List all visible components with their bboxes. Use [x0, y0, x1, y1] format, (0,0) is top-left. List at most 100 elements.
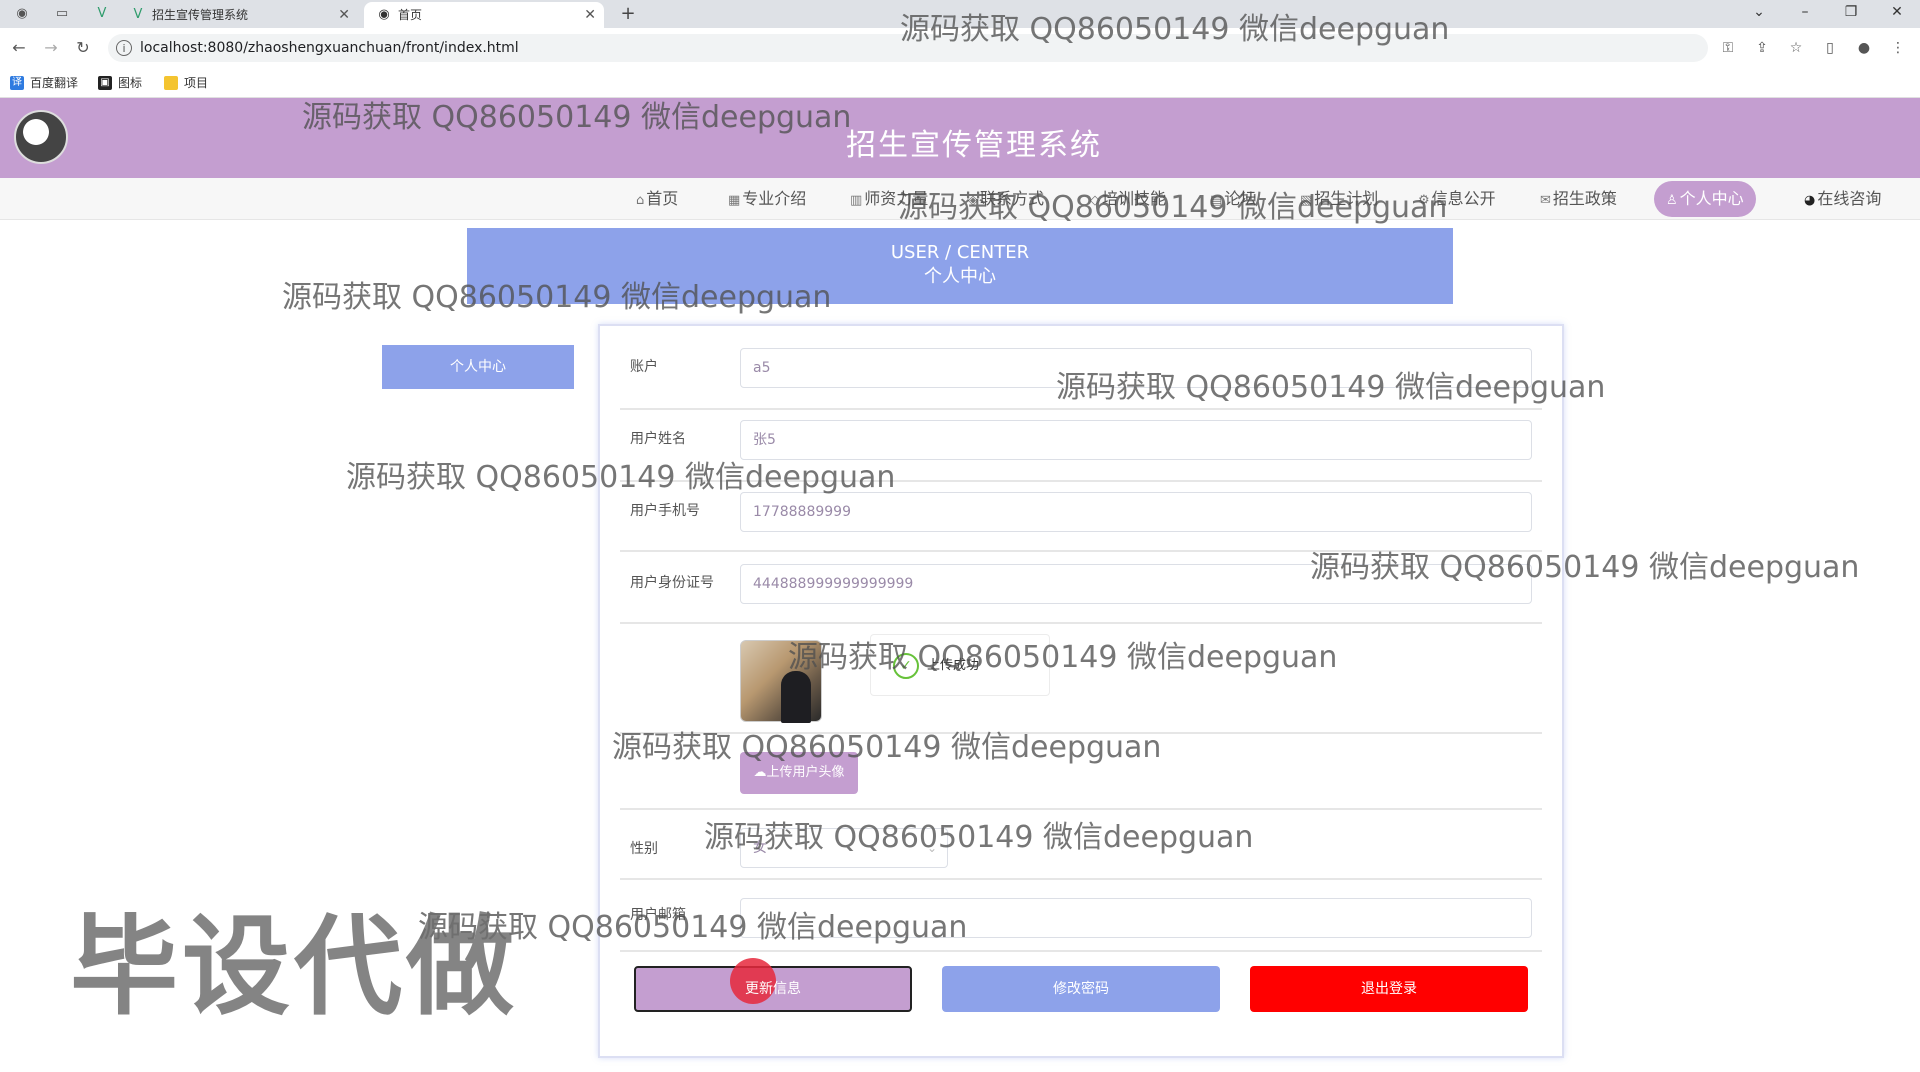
nav-user-center[interactable]: ♙ 个人中心: [1654, 181, 1756, 217]
key-icon[interactable]: ⚿: [1718, 37, 1738, 59]
browser-tab-strip: ◉ ▭ V V 招生宣传管理系统 ✕ ◉ 首页 ✕ + ⌄ – ❐ ✕: [0, 0, 1920, 28]
forum-icon: ▤: [1210, 193, 1223, 208]
bookmarks-bar: 译 百度翻译 ▣ 图标 项目: [0, 68, 1920, 98]
image-icon: ▣: [98, 76, 112, 90]
browser-tab-home[interactable]: ◉ 首页 ✕: [364, 2, 604, 28]
nav-label: 个人中心: [1679, 189, 1744, 208]
toolbar-icons: ⚿ ⇪ ☆ ▯ ● ⋮: [1718, 37, 1908, 59]
change-password-button[interactable]: 修改密码: [942, 966, 1220, 1012]
avatar-row: ✓ 上传成功: [620, 624, 1542, 734]
gender-value: 女: [753, 840, 767, 856]
upload-avatar-button[interactable]: ☁上传用户头像: [740, 752, 858, 794]
tab-title: 首页: [398, 8, 423, 22]
reload-icon[interactable]: ↻: [72, 37, 94, 59]
url-text: localhost:8080/zhaoshengxuanchuan/front/…: [140, 40, 519, 56]
site-info-icon[interactable]: i: [116, 40, 132, 56]
nav-home[interactable]: ⌂ 首页: [636, 178, 678, 220]
translate-icon: 译: [10, 76, 24, 90]
new-tab-button[interactable]: +: [616, 2, 640, 26]
nav-label: 信息公开: [1431, 189, 1496, 208]
name-row: 用户姓名 张5: [620, 410, 1542, 482]
minimize-button[interactable]: –: [1782, 0, 1828, 28]
share-icon[interactable]: ⇪: [1752, 37, 1772, 59]
mail-icon: ✉: [1540, 193, 1551, 208]
email-row: 用户邮箱: [620, 880, 1542, 952]
nav-training[interactable]: ◇ 培训技能: [1090, 178, 1166, 220]
nav-label: 培训技能: [1102, 189, 1167, 208]
nav-policy[interactable]: ✉ 招生政策: [1540, 178, 1617, 220]
home-icon: ⌂: [636, 193, 645, 208]
profile-icon[interactable]: ●: [1854, 37, 1874, 59]
bookmark-label: 百度翻译: [30, 76, 79, 90]
restore-button[interactable]: ❐: [1828, 0, 1874, 28]
contact-icon: ◈: [968, 193, 978, 208]
profile-form: 账户 a5 用户姓名 张5 用户手机号 17788889999 用户身份证号 4…: [598, 324, 1564, 1058]
close-icon[interactable]: ✕: [584, 2, 596, 28]
user-icon: ♙: [1666, 193, 1678, 208]
close-icon[interactable]: ✕: [338, 2, 350, 28]
idcard-label: 用户身份证号: [630, 575, 714, 591]
upload-success-toast: ✓ 上传成功: [870, 634, 1050, 696]
chat-icon: ◕: [1804, 193, 1816, 208]
skill-icon: ◇: [1090, 193, 1100, 208]
close-window-button[interactable]: ✕: [1874, 0, 1920, 28]
bookmark-label: 项目: [184, 76, 209, 90]
main-navbar: ⌂ 首页 ▦ 专业介绍 ▥ 师资力量 ◈ 联系方式 ◇ 培训技能 ▤ 论坛 ▧ 招生计划 ⚙ 信…: [0, 178, 1920, 220]
phone-input[interactable]: 17788889999: [740, 492, 1532, 532]
idcard-row: 用户身份证号 444888999999999999: [620, 552, 1542, 624]
nav-label: 专业介绍: [742, 189, 807, 208]
sidebar-user-center-button[interactable]: 个人中心: [382, 345, 574, 389]
gender-select[interactable]: 女 ⌄: [740, 828, 948, 868]
menu-icon[interactable]: ⋮: [1888, 37, 1908, 59]
upload-success-text: 上传成功: [927, 658, 980, 673]
info-icon: ⚙: [1418, 193, 1430, 208]
globe-icon[interactable]: ◉: [14, 6, 30, 22]
url-field[interactable]: i localhost:8080/zhaoshengxuanchuan/fron…: [108, 34, 1708, 62]
star-icon[interactable]: ☆: [1786, 37, 1806, 59]
tab-search-icon[interactable]: ⌄: [1736, 0, 1782, 28]
gender-row: 性别 女 ⌄: [620, 810, 1542, 880]
update-info-button[interactable]: 更新信息: [634, 958, 912, 1012]
cloud-upload-icon: ☁: [753, 765, 767, 780]
nav-consult[interactable]: ◕ 在线咨询: [1804, 178, 1881, 220]
globe-icon: ◉: [378, 7, 390, 22]
bookmark-item[interactable]: 项目: [164, 74, 208, 92]
nav-faculty[interactable]: ▥ 师资力量: [850, 178, 928, 220]
sidepanel-icon[interactable]: ▯: [1820, 37, 1840, 59]
nav-label: 联系方式: [980, 189, 1045, 208]
banner-title-cn: 个人中心: [924, 266, 996, 287]
vue-icon[interactable]: V: [94, 6, 110, 22]
nav-info[interactable]: ⚙ 信息公开: [1418, 178, 1496, 220]
banner-title-en: USER / CENTER: [890, 242, 1030, 263]
plan-icon: ▧: [1300, 193, 1313, 208]
site-header: 招生宣传管理系统: [0, 98, 1920, 178]
name-label: 用户姓名: [630, 431, 686, 447]
account-input[interactable]: a5: [740, 348, 1532, 388]
bookmark-item[interactable]: ▣ 图标: [98, 74, 142, 92]
account-row: 账户 a5: [620, 340, 1542, 410]
name-input[interactable]: 张5: [740, 420, 1532, 460]
bookmark-item[interactable]: 译 百度翻译: [10, 74, 78, 92]
building-icon: ▥: [850, 193, 863, 208]
page-banner: USER / CENTER 个人中心: [467, 228, 1453, 304]
avatar-preview[interactable]: [740, 640, 822, 723]
nav-label: 师资力量: [864, 189, 929, 208]
logout-button[interactable]: 退出登录: [1250, 966, 1528, 1012]
phone-label: 用户手机号: [630, 503, 700, 519]
account-label: 账户: [630, 359, 658, 375]
idcard-input[interactable]: 444888999999999999: [740, 564, 1532, 604]
email-input[interactable]: [740, 898, 1532, 938]
page-icon[interactable]: ▭: [54, 6, 70, 22]
forward-icon[interactable]: →: [40, 37, 62, 59]
bookmark-label: 图标: [118, 76, 143, 90]
browser-tab-admin[interactable]: V 招生宣传管理系统 ✕: [118, 2, 358, 28]
nav-label: 首页: [646, 189, 679, 208]
nav-label: 论坛: [1224, 189, 1257, 208]
nav-contact[interactable]: ◈ 联系方式: [968, 178, 1044, 220]
folder-icon: [164, 76, 178, 90]
back-icon[interactable]: ←: [8, 37, 30, 59]
nav-forum[interactable]: ▤ 论坛: [1210, 178, 1256, 220]
nav-plan[interactable]: ▧ 招生计划: [1300, 178, 1378, 220]
nav-major[interactable]: ▦ 专业介绍: [728, 178, 806, 220]
upload-row: ☁上传用户头像: [620, 734, 1542, 810]
